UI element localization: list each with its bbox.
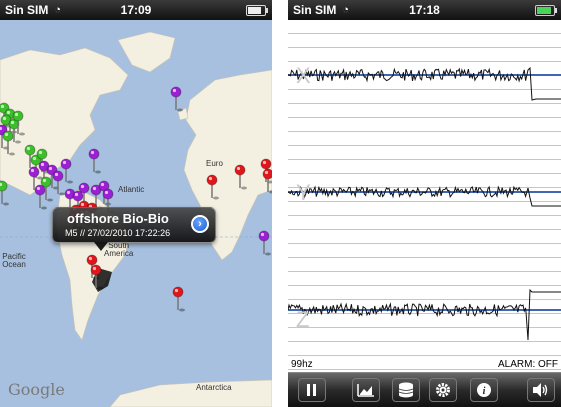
- status-bar: Sin SIM ◔ 17:09: [0, 0, 272, 20]
- earthquake-pin[interactable]: [88, 148, 101, 174]
- axis-label-x: X: [296, 63, 311, 88]
- sound-button[interactable]: [527, 378, 555, 402]
- map-screen: Sin SIM ◔ 17:09 Euro Atlantic Pacific Oc…: [0, 0, 272, 407]
- info-button[interactable]: i: [470, 378, 498, 402]
- traces: [288, 66, 561, 341]
- graph-icon: [357, 384, 374, 397]
- wifi-icon: ◔: [54, 4, 61, 16]
- earthquake-pin[interactable]: [34, 184, 47, 210]
- battery-icon: [246, 5, 268, 16]
- battery-icon: [535, 5, 557, 16]
- svg-text:i: i: [483, 386, 486, 397]
- earthquake-pin[interactable]: [0, 180, 9, 206]
- earthquake-pin[interactable]: [206, 174, 219, 200]
- google-logo: Google: [8, 380, 65, 399]
- earthquake-pin[interactable]: [2, 130, 15, 156]
- axis-label-z: Z: [296, 307, 310, 332]
- settings-button[interactable]: [429, 378, 457, 402]
- info-icon: i: [477, 383, 491, 397]
- earthquake-pin[interactable]: [52, 170, 65, 196]
- status-bar: Sin SIM ◔ 17:18: [288, 0, 561, 20]
- gear-icon: [436, 383, 450, 397]
- seismograph-plot: X Y Z: [288, 20, 561, 372]
- earthquake-pin[interactable]: [234, 164, 247, 190]
- trace-line: [288, 185, 561, 207]
- sample-rate: 99hz: [291, 359, 313, 370]
- earthquake-pin[interactable]: [170, 86, 183, 112]
- trace-line: [288, 66, 561, 101]
- database-icon: [398, 382, 414, 398]
- carrier-label: Sin SIM: [5, 3, 49, 17]
- pause-icon: [307, 384, 316, 396]
- disclosure-icon[interactable]: ›: [191, 215, 209, 233]
- seismograph-screen: Sin SIM ◔ 17:18 X Y Z 99hz ALARM: OFF i: [288, 0, 561, 407]
- pause-button[interactable]: [298, 378, 326, 402]
- toolbar: i: [288, 372, 561, 407]
- speaker-icon: [533, 383, 548, 397]
- earthquake-callout[interactable]: offshore Bio-Bio M5 // 27/02/2010 17:22:…: [52, 207, 216, 251]
- graph-button[interactable]: [352, 378, 380, 402]
- callout-subtitle: M5 // 27/02/2010 17:22:26: [65, 228, 171, 238]
- callout-title: offshore Bio-Bio: [67, 211, 169, 226]
- earthquake-pin[interactable]: [172, 286, 185, 312]
- axis-label-y: Y: [296, 180, 311, 205]
- wifi-icon: ◔: [342, 4, 349, 16]
- trace-line: [288, 288, 561, 341]
- earthquake-pin[interactable]: [60, 158, 73, 184]
- alarm-status: ALARM: OFF: [497, 359, 558, 370]
- screen-divider: [272, 0, 288, 407]
- database-button[interactable]: [392, 378, 420, 402]
- carrier-label: Sin SIM: [293, 3, 337, 17]
- earthquake-pin[interactable]: [258, 230, 271, 256]
